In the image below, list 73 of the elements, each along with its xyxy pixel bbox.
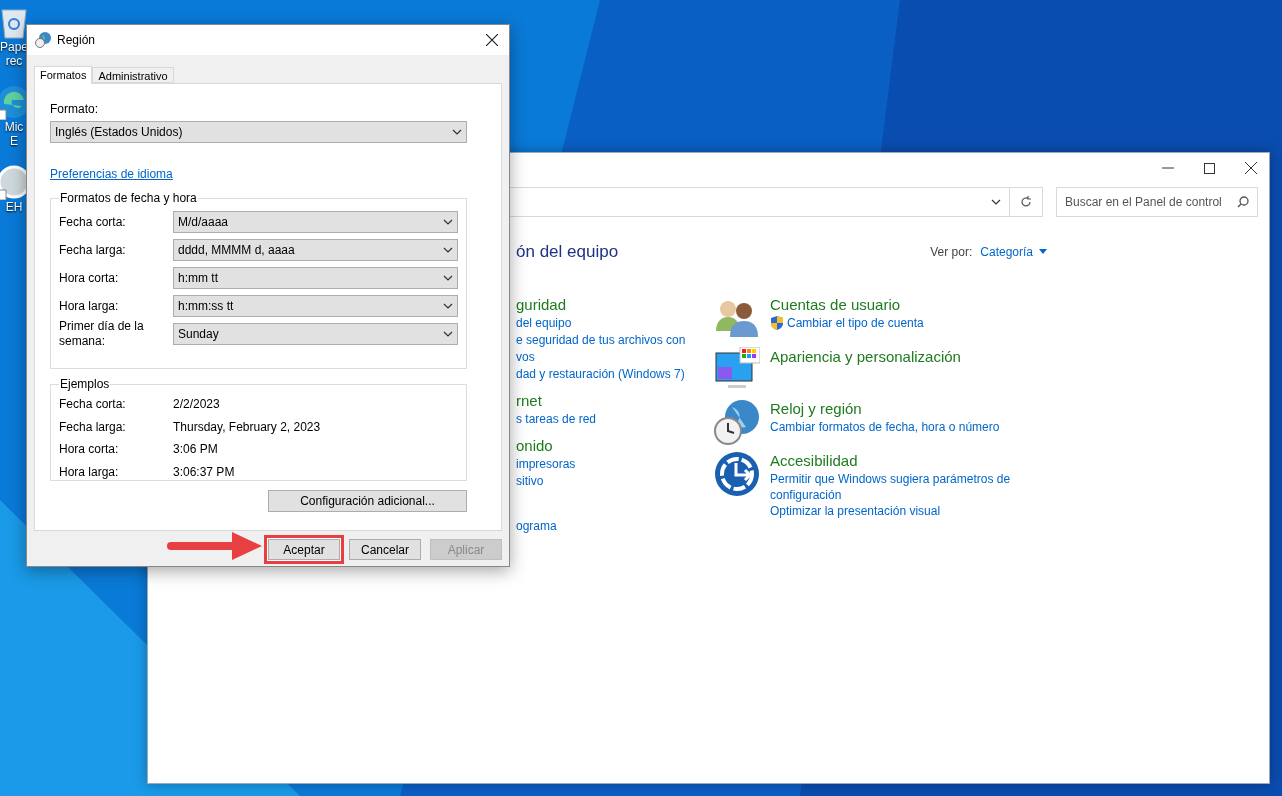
- dropdown[interactable]: h:mm:ss tt: [173, 295, 458, 317]
- category-title[interactable]: Reloj y región: [770, 398, 1000, 419]
- maximize-icon[interactable]: [1204, 162, 1215, 174]
- tab[interactable]: Administrativo: [92, 67, 174, 83]
- example-value: 3:06 PM: [173, 441, 218, 459]
- example-label: Fecha corta:: [59, 396, 127, 414]
- field-label: Primer día de la semana:: [59, 319, 145, 349]
- dropdown[interactable]: M/d/aaaa: [173, 211, 458, 233]
- example-value: 3:06:37 PM: [173, 463, 235, 481]
- desktop-icon-label[interactable]: Mic: [4, 120, 24, 134]
- category-link[interactable]: dad y restauración (Windows 7): [516, 365, 714, 383]
- globe-clock-icon: [714, 398, 760, 445]
- page-heading: ón del equipo: [516, 241, 620, 263]
- accessibility-icon: [714, 450, 760, 497]
- chevron-down-icon: [443, 247, 453, 253]
- category-title[interactable]: Apariencia y personalización: [770, 346, 961, 367]
- category-title[interactable]: rnet: [516, 390, 714, 411]
- dropdown[interactable]: h:mm tt: [173, 267, 458, 289]
- category-link[interactable]: ograma: [516, 517, 714, 535]
- example-value: Thursday, February 2, 2023: [173, 418, 321, 436]
- example-label: Hora corta:: [59, 441, 120, 459]
- category-title[interactable]: Accesibilidad: [770, 450, 1020, 471]
- dropdown[interactable]: dddd, MMMM d, aaaa: [173, 239, 458, 261]
- example-value: 2/2/2023: [173, 396, 220, 414]
- view-by-label: Ver por:: [930, 243, 973, 261]
- chevron-down-icon: [443, 275, 453, 281]
- category-link[interactable]: Cambiar formatos de fecha, hora o número: [770, 418, 1000, 435]
- category-title[interactable]: onido: [516, 435, 714, 456]
- globe-clock-icon: [35, 32, 51, 48]
- group-title: Formatos de fecha y hora: [59, 190, 198, 207]
- field-label: Hora corta:: [59, 270, 120, 286]
- category-link[interactable]: Cambiar el tipo de cuenta: [787, 314, 924, 331]
- refresh-icon[interactable]: [1020, 196, 1032, 208]
- chevron-down-icon: [452, 129, 462, 135]
- group-title: Ejemplos: [59, 376, 111, 393]
- shield-icon: [770, 315, 784, 330]
- category-title[interactable]: Cuentas de usuario: [770, 294, 924, 315]
- desktop-icon-label[interactable]: EH: [5, 200, 23, 214]
- tab[interactable]: Formatos: [34, 66, 93, 84]
- field-label: Hora larga:: [59, 298, 120, 314]
- dropdown[interactable]: Sunday: [173, 323, 458, 345]
- example-label: Hora larga:: [59, 463, 120, 481]
- chevron-down-icon: [443, 331, 453, 337]
- dropdown-triangle-icon: [1039, 249, 1047, 255]
- search-icon: [1237, 196, 1249, 208]
- field-label: Fecha corta:: [59, 214, 127, 230]
- chevron-down-icon: [991, 199, 1001, 205]
- category-link[interactable]: sitivo: [516, 472, 714, 490]
- chevron-down-icon: [443, 303, 453, 309]
- search-field[interactable]: Buscar en el Panel de control: [1056, 187, 1258, 217]
- example-label: Fecha larga:: [59, 418, 127, 436]
- close-icon[interactable]: [1245, 162, 1257, 174]
- additional-settings-button[interactable]: Configuración adicional...: [268, 490, 467, 512]
- desktop-icon-label[interactable]: E: [10, 134, 18, 148]
- dialog-button[interactable]: Cancelar: [349, 539, 421, 560]
- window-title: Región: [57, 32, 97, 49]
- dropdown[interactable]: Inglés (Estados Unidos): [50, 121, 467, 143]
- language-link[interactable]: Preferencias de idioma: [50, 165, 173, 183]
- category-link[interactable]: impresoras: [516, 455, 714, 473]
- category-title[interactable]: guridad: [516, 294, 714, 315]
- desktop-icon-label[interactable]: Pape: [0, 40, 28, 54]
- close-icon[interactable]: [486, 34, 498, 46]
- category-link[interactable]: e seguridad de tus archivos con: [516, 331, 714, 349]
- view-by-dropdown[interactable]: Categoría: [980, 242, 1047, 261]
- category-link[interactable]: s tareas de red: [516, 410, 714, 428]
- desktop-icon-label[interactable]: rec: [5, 54, 23, 68]
- field-label: Fecha larga:: [59, 242, 127, 258]
- chevron-down-icon: [443, 219, 453, 225]
- category-link[interactable]: Optimizar la presentación visual: [770, 502, 941, 519]
- category-link[interactable]: Permitir que Windows sugiera parámetros de configuración: [770, 470, 1020, 503]
- category-link[interactable]: vos: [516, 348, 714, 366]
- category-link[interactable]: del equipo: [516, 314, 714, 332]
- field-label: Formato:: [50, 101, 99, 118]
